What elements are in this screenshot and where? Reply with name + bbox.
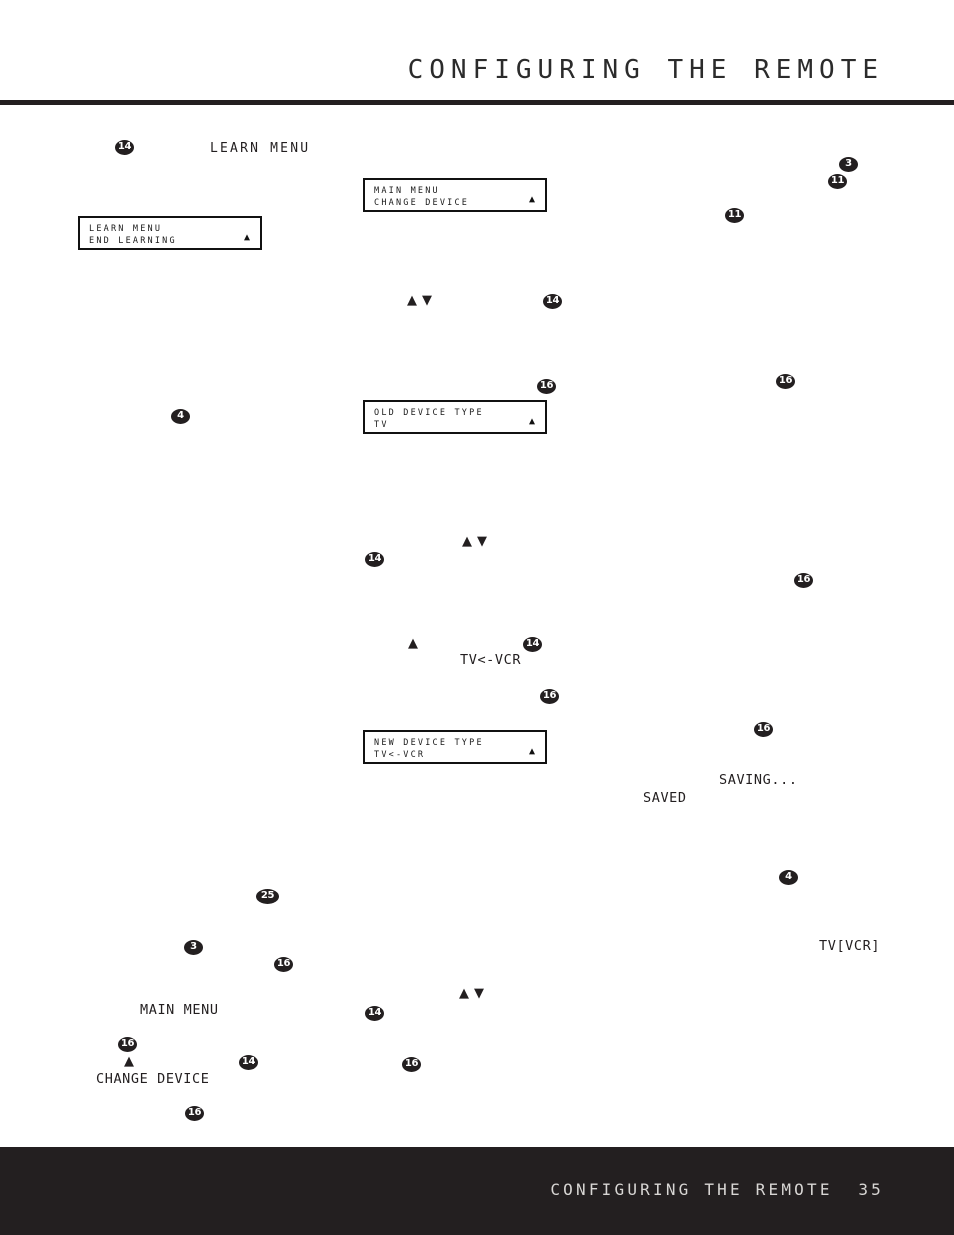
callout-badge-14: 14 [115, 140, 134, 155]
manual-page: CONFIGURING THE REMOTE 14 3 11 11 14 16 … [0, 0, 954, 1235]
callout-badge-14: 14 [365, 1006, 384, 1021]
scroll-up-arrow-icon: ▲ [528, 416, 535, 427]
display-label-tv-left-vcr: TV<-VCR [460, 652, 522, 668]
callout-badge-16: 16 [118, 1037, 137, 1052]
down-arrow-icon: ▼ [422, 293, 432, 308]
lcd-line-2: CHANGE DEVICE [374, 198, 470, 208]
down-arrow-icon: ▼ [474, 986, 484, 1001]
callout-badge-4: 4 [779, 870, 798, 885]
display-label-learn-menu: LEARN MENU [210, 141, 311, 156]
callout-badge-3: 3 [839, 157, 858, 172]
down-arrow-icon: ▼ [477, 534, 487, 549]
callout-badge-25: 25 [256, 889, 279, 904]
page-number: 35 [858, 1180, 884, 1199]
footer-title: CONFIGURING THE REMOTE [550, 1180, 833, 1199]
lcd-line-1: NEW DEVICE TYPE [374, 738, 484, 748]
lcd-line-2: TV<-VCR [374, 750, 426, 760]
lcd-line-1: LEARN MENU [89, 224, 163, 234]
up-arrow-single: ▲ [124, 1055, 134, 1068]
up-arrow-icon: ▲ [124, 1054, 134, 1069]
callout-badge-16: 16 [794, 573, 813, 588]
scroll-up-arrow-icon: ▲ [243, 232, 250, 243]
lcd-line-2: TV [374, 420, 389, 430]
lcd-line-1: MAIN MENU [374, 186, 440, 196]
up-arrow-single: ▲ [408, 637, 418, 650]
callout-badge-14: 14 [523, 637, 542, 652]
lcd-screen-main-menu: MAIN MENU CHANGE DEVICE ▲ [363, 178, 547, 212]
display-label-change-device: CHANGE DEVICE [96, 1071, 210, 1087]
up-arrow-icon: ▲ [462, 534, 472, 549]
callout-badge-16: 16 [754, 722, 773, 737]
callout-badge-16: 16 [537, 379, 556, 394]
scroll-up-arrow-icon: ▲ [528, 746, 535, 757]
arrow-pair-up-down: ▲ ▼ [462, 535, 487, 548]
callout-badge-4: 4 [171, 409, 190, 424]
callout-badge-16: 16 [402, 1057, 421, 1072]
up-arrow-icon: ▲ [408, 636, 418, 651]
up-arrow-icon: ▲ [407, 293, 417, 308]
footer-caption: CONFIGURING THE REMOTE 35 [550, 1180, 884, 1199]
callout-badge-11: 11 [725, 208, 744, 223]
header-rule [0, 100, 954, 105]
callout-badge-16: 16 [274, 957, 293, 972]
page-title: CONFIGURING THE REMOTE [407, 55, 884, 85]
up-arrow-icon: ▲ [459, 986, 469, 1001]
lcd-line-2: END LEARNING [89, 236, 177, 246]
callout-badge-14: 14 [365, 552, 384, 567]
callout-badge-16: 16 [185, 1106, 204, 1121]
display-label-saved: SAVED [643, 790, 687, 806]
lcd-line-1: OLD DEVICE TYPE [374, 408, 484, 418]
callout-badge-14: 14 [543, 294, 562, 309]
arrow-pair-up-down: ▲ ▼ [407, 294, 432, 307]
callout-badge-14: 14 [239, 1055, 258, 1070]
callout-badge-11: 11 [828, 174, 847, 189]
display-label-tv-bracket-vcr: TV[VCR] [819, 938, 881, 954]
arrow-pair-up-down: ▲ ▼ [459, 987, 484, 1000]
callout-badge-16: 16 [776, 374, 795, 389]
callout-badge-3: 3 [184, 940, 203, 955]
lcd-screen-new-device-type: NEW DEVICE TYPE TV<-VCR ▲ [363, 730, 547, 764]
callout-badge-16: 16 [540, 689, 559, 704]
lcd-screen-old-device-type: OLD DEVICE TYPE TV ▲ [363, 400, 547, 434]
display-label-main-menu: MAIN MENU [140, 1002, 219, 1018]
lcd-screen-learn-menu: LEARN MENU END LEARNING ▲ [78, 216, 262, 250]
scroll-up-arrow-icon: ▲ [528, 194, 535, 205]
display-label-saving: SAVING... [719, 772, 798, 788]
